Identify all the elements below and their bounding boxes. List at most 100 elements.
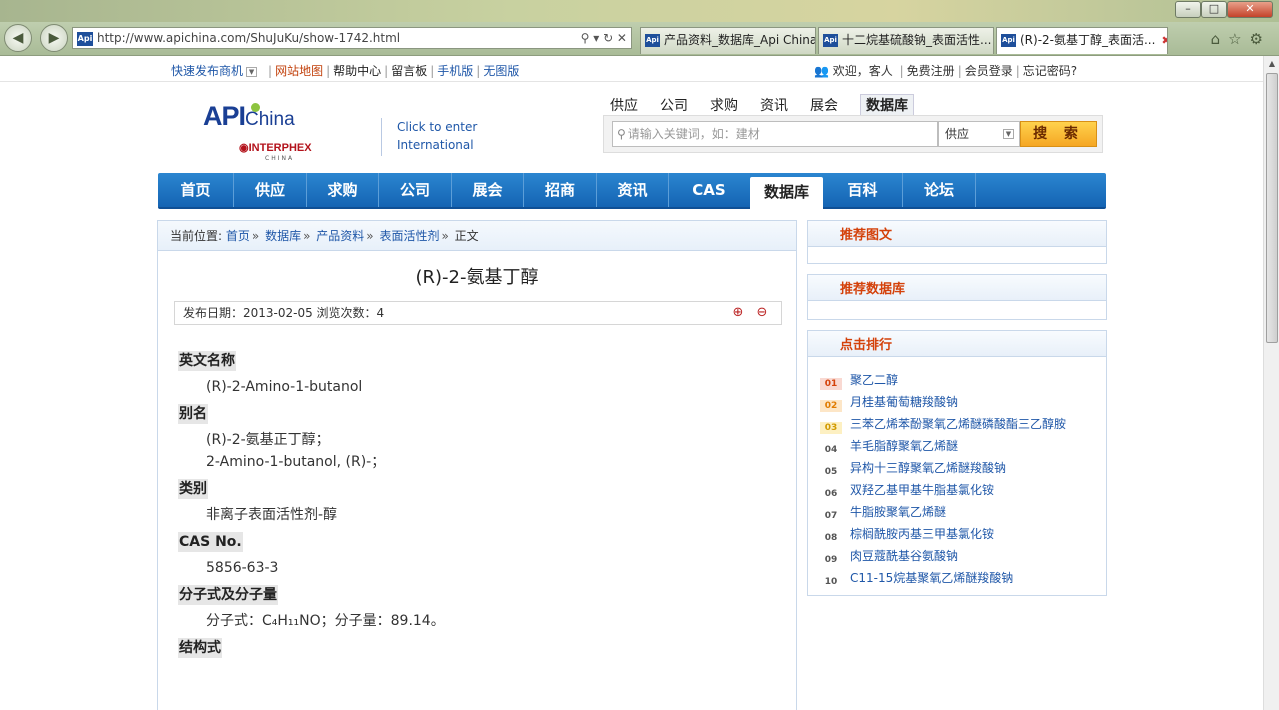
web-page: 快速发布商机 ▼ | 网站地图 | 帮助中心 | 留言板 | 手机版 | 无图版 👥 欢迎，客人 | 免…: [0, 56, 1263, 710]
breadcrumb-current: 正文: [454, 229, 479, 243]
search-category-tabs: 供应 公司 求购 资讯 展会 数据库: [610, 94, 936, 116]
ranking-list: 01 聚乙二醇 02 月桂基葡萄糖羧酸钠 03 三苯乙烯苯酚聚氧乙烯醚磷酸酯三乙醇胺 …: [808, 357, 1106, 589]
close-window-button[interactable]: ✕: [1227, 1, 1273, 18]
list-item[interactable]: 10 C11-15烷基聚氧乙烯醚羧酸钠: [820, 567, 1106, 589]
logo-china-text: China: [245, 109, 295, 130]
logo-dot: [251, 103, 260, 112]
nav-news[interactable]: 资讯: [597, 173, 669, 207]
zoom-in-icon[interactable]: ⊕: [729, 304, 747, 322]
help-link[interactable]: 帮助中心: [333, 64, 381, 78]
section-heading: 别名: [178, 404, 208, 424]
sitemap-link[interactable]: 网站地图: [275, 64, 323, 78]
tab-favicon-icon: Api: [823, 34, 838, 47]
nav-home[interactable]: 首页: [158, 173, 234, 207]
list-item[interactable]: 09 肉豆蔻酰基谷氨酸钠: [820, 545, 1106, 567]
user-icon: 👥: [814, 64, 829, 78]
browser-tab-2[interactable]: Api 十二烷基硫酸钠_表面活性...: [818, 27, 994, 54]
rank-badge: 03: [820, 422, 842, 434]
address-bar[interactable]: Api http://www.apichina.com/ShuJuKu/show-…: [72, 27, 632, 49]
nav-expo[interactable]: 展会: [452, 173, 524, 207]
maximize-button[interactable]: □: [1201, 1, 1227, 18]
list-item[interactable]: 03 三苯乙烯苯酚聚氧乙烯醚磷酸酯三乙醇胺: [820, 413, 1106, 435]
logo-divider: [381, 118, 382, 156]
rank-badge: 08: [824, 533, 838, 543]
logo-api-text: API: [203, 101, 246, 131]
dropdown-arrow-icon[interactable]: ▼: [246, 66, 258, 77]
minimize-button[interactable]: –: [1175, 1, 1201, 18]
title-bar: [0, 0, 1279, 22]
section-body: 5856-63-3: [206, 560, 279, 576]
nav-database[interactable]: 数据库: [750, 177, 823, 209]
vertical-scrollbar[interactable]: ▲: [1263, 56, 1279, 710]
section-body: 非离子表面活性剂-醇: [206, 507, 338, 523]
rank-badge: 06: [824, 489, 838, 499]
article-panel: 当前位置: 首页» 数据库» 产品资料» 表面活性剂» 正文 (R)-2-氨基丁…: [157, 220, 797, 710]
section-heading: 分子式及分子量: [178, 585, 278, 605]
back-button[interactable]: ◀: [4, 24, 32, 52]
favorites-star-icon[interactable]: ☆: [1228, 30, 1249, 48]
nav-supply[interactable]: 供应: [234, 173, 307, 207]
close-tab-icon[interactable]: ✖: [1161, 34, 1167, 47]
search-input[interactable]: ⚲ 请输入关键词，如：建材: [612, 121, 938, 147]
list-item[interactable]: 06 双羟乙基甲基牛脂基氯化铵: [820, 479, 1106, 501]
tab-title: 产品资料_数据库_Api China: [664, 33, 816, 47]
list-item[interactable]: 07 牛脂胺聚氧乙烯醚: [820, 501, 1106, 523]
list-item[interactable]: 01 聚乙二醇: [820, 369, 1106, 391]
site-favicon-icon: Api: [77, 31, 93, 46]
search-tab-company[interactable]: 公司: [660, 95, 688, 115]
browser-chrome: – □ ✕ ◀ ▶ Api http://www.apichina.com/Shu…: [0, 0, 1279, 56]
search-tab-database[interactable]: 数据库: [860, 94, 914, 115]
nav-buy[interactable]: 求购: [307, 173, 379, 207]
quick-publish-link[interactable]: 快速发布商机: [171, 64, 243, 78]
search-icon: ⚲: [617, 127, 626, 141]
nav-cas[interactable]: CAS: [669, 173, 749, 207]
forgot-password-link[interactable]: 忘记密码?: [1023, 64, 1077, 78]
site-logo[interactable]: APIChina ◉INTERPHEX CHINA: [203, 101, 312, 162]
address-tools[interactable]: ⚲ ▾ ↻ ✕: [581, 28, 627, 48]
interphex-mark-icon: ◉: [239, 142, 249, 154]
forward-button[interactable]: ▶: [40, 24, 68, 52]
section-body: (R)-2-氨基正丁醇； 2-Amino-1-butanol, (R)-；: [206, 432, 386, 470]
nav-company[interactable]: 公司: [379, 173, 452, 207]
register-link[interactable]: 免费注册: [907, 64, 955, 78]
list-item[interactable]: 05 异构十三醇聚氧乙烯醚羧酸钠: [820, 457, 1106, 479]
search-tab-supply[interactable]: 供应: [610, 95, 638, 115]
rank-badge: 09: [824, 555, 838, 565]
search-button[interactable]: 搜 索: [1020, 121, 1097, 147]
mobile-link[interactable]: 手机版: [437, 64, 473, 78]
no-image-link[interactable]: 无图版: [483, 64, 519, 78]
nav-invest[interactable]: 招商: [524, 173, 597, 207]
zoom-out-icon[interactable]: ⊖: [753, 304, 771, 322]
guestbook-link[interactable]: 留言板: [391, 64, 427, 78]
rank-badge: 01: [820, 378, 842, 390]
browser-tab-3[interactable]: Api (R)-2-氨基丁醇_表面活... ✖: [996, 27, 1168, 54]
breadcrumb-surfactant[interactable]: 表面活性剂: [379, 229, 439, 243]
main-nav: 首页 供应 求购 公司 展会 招商 资讯 CAS 数据库 百科 论坛: [158, 173, 1106, 209]
scroll-up-icon[interactable]: ▲: [1264, 56, 1279, 72]
tab-title: (R)-2-氨基丁醇_表面活...: [1020, 33, 1156, 47]
search-tab-expo[interactable]: 展会: [810, 95, 838, 115]
section-heading: 类别: [178, 479, 208, 499]
list-item[interactable]: 02 月桂基葡萄糖羧酸钠: [820, 391, 1106, 413]
browser-toolbar-icons[interactable]: ⌂☆⚙: [1211, 30, 1271, 48]
international-link[interactable]: Click to enter International: [397, 118, 477, 154]
forward-arrow-icon: ▶: [48, 30, 60, 46]
breadcrumb-database[interactable]: 数据库: [265, 229, 301, 243]
scroll-thumb[interactable]: [1266, 73, 1278, 343]
nav-forum[interactable]: 论坛: [903, 173, 976, 207]
section-heading: 结构式: [178, 638, 222, 658]
browser-tab-1[interactable]: Api 产品资料_数据库_Api China: [640, 27, 816, 54]
list-item[interactable]: 04 羊毛脂醇聚氧乙烯醚: [820, 435, 1106, 457]
list-item[interactable]: 08 棕榈酰胺丙基三甲基氯化铵: [820, 523, 1106, 545]
nav-wiki[interactable]: 百科: [823, 173, 903, 207]
search-tab-news[interactable]: 资讯: [760, 95, 788, 115]
login-link[interactable]: 会员登录: [965, 64, 1013, 78]
breadcrumb-product-info[interactable]: 产品资料: [316, 229, 364, 243]
tab-favicon-icon: Api: [1001, 34, 1016, 47]
section-heading: CAS No.: [178, 532, 243, 552]
settings-gear-icon[interactable]: ⚙: [1250, 30, 1271, 48]
search-type-select[interactable]: 供应 ▼: [938, 121, 1020, 147]
search-tab-buy[interactable]: 求购: [710, 95, 738, 115]
breadcrumb-home[interactable]: 首页: [226, 229, 250, 243]
home-icon[interactable]: ⌂: [1211, 30, 1229, 48]
